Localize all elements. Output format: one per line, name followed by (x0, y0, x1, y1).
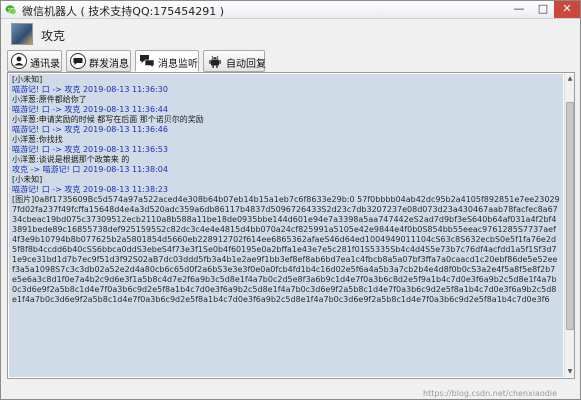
tab-label: 自动回复 (226, 59, 266, 70)
tab-label: 群发消息 (89, 59, 129, 70)
app-window: 微信机器人 ( 技术支持QQ:175454291 ) — □ ✕ 攻克 通讯录 … (0, 0, 581, 400)
log-line: 喵游记! 口 -> 攻克 2019-08-13 11:38:23 (12, 185, 168, 194)
log-line: [小未知] (12, 175, 43, 184)
close-button[interactable]: ✕ (554, 1, 580, 18)
log-line: 喵游记! 口 -> 攻克 2019-08-13 11:36:44 (12, 105, 168, 114)
message-panel: [小未知] 喵游记! 口 -> 攻克 2019-08-13 11:36:30 小… (7, 72, 575, 379)
log-line: 小洋葱:原件都给你了 (12, 95, 87, 104)
tab-broadcast[interactable]: 群发消息 (66, 50, 131, 72)
avatar (11, 23, 33, 45)
watermark: https://blog.csdn.net/chenxiaodie (423, 389, 558, 398)
log-line: 喵游记! 口 -> 攻克 2019-08-13 11:36:53 (12, 145, 168, 154)
log-line: [小未知] (12, 75, 43, 84)
contact-header: 攻克 (1, 20, 580, 48)
maximize-button[interactable]: □ (531, 1, 555, 18)
log-line: 喵游记! 口 -> 攻克 2019-08-13 11:36:46 (12, 125, 168, 134)
scroll-down-arrow-icon[interactable]: ▼ (565, 367, 575, 377)
tab-label: 消息监听 (158, 59, 198, 70)
minimize-button[interactable]: — (507, 1, 531, 18)
vertical-scrollbar[interactable]: ▲ ▼ (564, 74, 574, 377)
log-line: 喵游记! 口 -> 攻克 2019-08-13 11:36:30 (12, 85, 168, 94)
chat-bubble-icon (70, 53, 86, 69)
image-hex-data: [图片]0a8f1735609Bc5d574a97a522aced4e308b6… (12, 195, 560, 304)
tab-message-listener[interactable]: 消息监听 (135, 50, 199, 72)
scroll-up-arrow-icon[interactable]: ▲ (565, 74, 575, 84)
wechat-icon (5, 5, 17, 15)
tab-auto-reply[interactable]: 自动回复 (203, 50, 266, 72)
message-log[interactable]: [小未知] 喵游记! 口 -> 攻克 2019-08-13 11:36:30 小… (9, 74, 563, 377)
log-line: 攻克 -> 喵游记! 口 2019-08-13 11:38:04 (12, 165, 168, 174)
tab-contacts[interactable]: 通讯录 (7, 50, 62, 72)
contact-name: 攻克 (41, 29, 66, 43)
contacts-icon (11, 53, 27, 69)
window-title: 微信机器人 ( 技术支持QQ:175454291 ) (22, 5, 225, 18)
title-bar[interactable]: 微信机器人 ( 技术支持QQ:175454291 ) — □ ✕ (1, 1, 580, 19)
log-line: 小洋葱:你找找 (12, 135, 63, 144)
tab-label: 通讯录 (30, 59, 60, 70)
chat-bubbles-icon (140, 55, 155, 69)
log-line: 小洋葱:申请奖励的时候 都写在后面 那个诺贝尔的奖励 (12, 115, 204, 124)
scroll-thumb[interactable] (566, 102, 574, 330)
log-line: 小洋葱:谈说是根据那个政策来 的 (12, 155, 130, 164)
android-icon (209, 55, 221, 68)
